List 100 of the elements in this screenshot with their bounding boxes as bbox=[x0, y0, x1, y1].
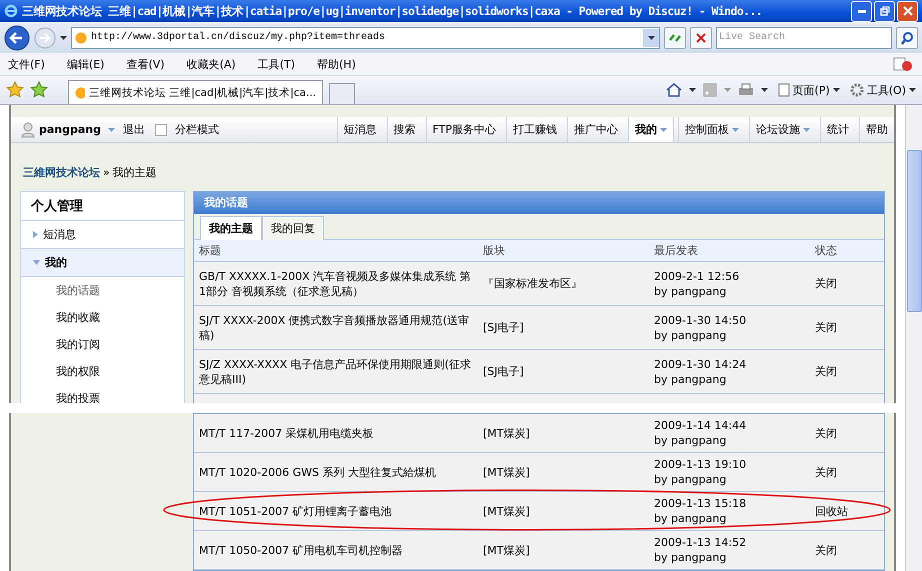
forum-link[interactable]: [MT煤炭] bbox=[483, 542, 654, 558]
nav-tab-label: 控制面板 bbox=[685, 122, 729, 137]
sidebar-item-label: 我的 bbox=[45, 255, 67, 270]
topic-title-link[interactable]: MT/T 1050-2007 矿用电机车司机控制器 bbox=[199, 542, 483, 558]
dropdown-button[interactable] bbox=[643, 28, 659, 46]
nav-tab[interactable]: 统计 bbox=[820, 117, 855, 142]
post-author: by pangpang bbox=[654, 328, 728, 342]
nav-tab[interactable]: 短消息 bbox=[336, 117, 382, 142]
close-icon bbox=[902, 6, 912, 16]
nav-tab[interactable]: 推广中心 bbox=[567, 117, 624, 142]
nav-tab[interactable]: 论坛设施 bbox=[749, 117, 816, 142]
forum-link[interactable]: [MT煤炭] bbox=[483, 464, 654, 480]
menu-item[interactable]: 工具(T) bbox=[258, 56, 295, 72]
sidebar-title: 个人管理 bbox=[21, 192, 184, 221]
username-link[interactable]: pangpang bbox=[39, 123, 102, 136]
panel-tab[interactable]: 我的主题 bbox=[200, 216, 262, 240]
close-button[interactable] bbox=[897, 0, 918, 22]
status-cell-text: 关闭 bbox=[815, 320, 838, 335]
restore-button[interactable] bbox=[874, 0, 895, 22]
topic-title-link[interactable]: MT/T 1051-2007 矿灯用锂离子蓄电池 bbox=[199, 504, 483, 518]
menu-item[interactable]: 收藏夹(A) bbox=[186, 56, 236, 72]
nav-tab[interactable]: 我的 bbox=[628, 117, 674, 142]
refresh-button[interactable] bbox=[664, 26, 686, 48]
nav-tab[interactable]: 控制面板 bbox=[678, 117, 745, 142]
nav-tab-label: 帮助 bbox=[866, 122, 888, 137]
window-title: 三维网技术论坛 三维|cad|机械|汽车|技术|catia|pro/e|ug|inventor|solidedge|solidworks|caxa - Powered by Discuz! - Windo... bbox=[22, 4, 764, 18]
forum-link[interactable]: [SJ电子] bbox=[483, 364, 654, 379]
minimize-icon bbox=[858, 10, 866, 12]
caret-icon[interactable] bbox=[60, 36, 67, 40]
nav-tab[interactable]: FTP服务中心 bbox=[426, 117, 502, 142]
add-favorite-icon[interactable] bbox=[30, 81, 48, 99]
logout-link[interactable]: 退出 bbox=[123, 122, 146, 137]
post-date: 2009-1-30 14:24 bbox=[654, 356, 748, 372]
column-header: 版块 bbox=[483, 243, 506, 258]
status-cell-text: 回收站 bbox=[815, 504, 849, 518]
post-date: 2009-2-1 12:56 bbox=[654, 268, 740, 284]
post-date: 2009-1-30 14:50 bbox=[654, 312, 748, 328]
menu-item[interactable]: 文件(F) bbox=[8, 56, 45, 72]
sidebar-subitem[interactable]: 我的订阅 bbox=[21, 331, 184, 358]
new-tab-button[interactable] bbox=[329, 83, 355, 104]
search-button[interactable] bbox=[896, 26, 918, 48]
post-author: by pangpang bbox=[654, 372, 728, 386]
topic-title-link[interactable]: GB/T XXXXX.1-200X 汽车音视频及多媒体集成系统 第1部分 音视频系统（征求意见稿） bbox=[199, 268, 483, 298]
menu-item[interactable]: 帮助(H) bbox=[317, 56, 356, 72]
topic-title-link[interactable]: SJ/T XXXX-200X 便携式数字音频播放器通用规范(送审稿) bbox=[199, 312, 483, 342]
search-field[interactable]: Live Search bbox=[716, 26, 892, 48]
address-field[interactable]: http://www.3dportal.cn/discuz/my.php?item=threads bbox=[71, 26, 660, 48]
breadcrumb-link[interactable]: 三維网技术论坛 bbox=[23, 164, 100, 180]
nav-tab-label: 推广中心 bbox=[574, 122, 618, 137]
nav-tab-label: 我的 bbox=[635, 122, 657, 137]
minimize-button[interactable] bbox=[851, 0, 872, 22]
caret-icon bbox=[832, 88, 840, 92]
forum-link[interactable]: [SJ电子] bbox=[483, 320, 654, 335]
caret-icon[interactable] bbox=[688, 88, 696, 92]
home-icon[interactable] bbox=[664, 82, 683, 98]
caret-icon bbox=[648, 36, 654, 40]
nav-tab[interactable]: 帮助 bbox=[859, 117, 894, 142]
back-button[interactable] bbox=[4, 24, 30, 50]
menu-item[interactable]: 编辑(E) bbox=[66, 56, 104, 72]
stop-button[interactable] bbox=[690, 26, 712, 48]
post-date: 2009-1-13 19:10 bbox=[654, 457, 748, 472]
status-cell-text: 关闭 bbox=[815, 426, 838, 440]
menu-item[interactable]: 查看(V) bbox=[126, 56, 165, 72]
nav-tab-label: 论坛设施 bbox=[756, 122, 800, 137]
post-author: by pangpang bbox=[654, 511, 728, 526]
printer-icon[interactable] bbox=[736, 82, 755, 98]
nav-tab[interactable]: 搜索 bbox=[386, 117, 422, 142]
topic-title-link[interactable]: MT/T 117-2007 采煤机用电缆夹板 bbox=[199, 426, 483, 440]
panel-tab[interactable]: 我的回复 bbox=[262, 216, 324, 240]
add-on-icon[interactable] bbox=[892, 56, 914, 72]
topic-title-link[interactable]: MT/T 1020-2006 GWS 系列 大型往复式給煤机 bbox=[199, 464, 483, 480]
favorites-star-icon[interactable] bbox=[6, 81, 24, 99]
column-header: 最后发表 bbox=[654, 243, 699, 258]
scrollbar[interactable] bbox=[905, 105, 922, 571]
topic-title-link[interactable]: SJ/Z XXXX-XXXX 电子信息产品环保使用期限通则(征求意见稿III) bbox=[199, 356, 483, 386]
sidebar-subitem[interactable]: 我的权限 bbox=[21, 358, 184, 385]
browser-tab[interactable]: 三维网技术论坛 三维|cad|机械|汽车|技术|ca... bbox=[68, 80, 323, 104]
sidebar-item[interactable]: 我的 bbox=[21, 249, 184, 277]
split-mode-label: 分栏模式 bbox=[175, 122, 220, 137]
status-cell-text: 关闭 bbox=[815, 364, 838, 379]
breadcrumb-current: 我的主题 bbox=[112, 164, 157, 180]
split-mode-checkbox[interactable] bbox=[155, 124, 168, 136]
page-menu[interactable]: 页面(P) bbox=[778, 82, 840, 98]
nav-tab[interactable]: 打工赚钱 bbox=[506, 117, 563, 142]
tools-menu[interactable]: 工具(O) bbox=[850, 82, 916, 98]
caret-icon bbox=[909, 88, 916, 92]
user-icon bbox=[21, 122, 35, 138]
caret-icon[interactable] bbox=[760, 88, 768, 92]
post-author: by pangpang bbox=[654, 472, 728, 487]
gear-icon bbox=[850, 83, 864, 97]
forum-link[interactable]: 『国家标准发布区』 bbox=[483, 276, 654, 291]
search-icon bbox=[900, 30, 914, 44]
status-cell-text: 关闭 bbox=[815, 464, 838, 480]
sidebar-subitem[interactable]: 我的收藏 bbox=[21, 304, 184, 331]
status-cell-text: 关闭 bbox=[815, 542, 838, 558]
column-header: 标题 bbox=[199, 243, 222, 258]
sidebar-subitem[interactable]: 我的话题 bbox=[21, 277, 184, 304]
forum-link[interactable]: [MT煤炭] bbox=[483, 426, 654, 440]
post-date: 2009-1-14 14:44 bbox=[654, 418, 748, 433]
forum-link[interactable]: [MT煤炭] bbox=[483, 504, 654, 518]
